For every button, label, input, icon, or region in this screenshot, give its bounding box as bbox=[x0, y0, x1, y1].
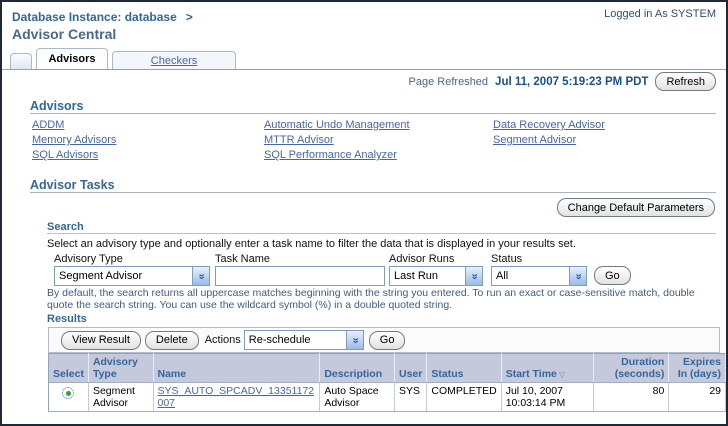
advisor-runs-select[interactable]: Last Run » bbox=[389, 266, 483, 286]
advisory-type-label: Advisory Type bbox=[54, 253, 123, 265]
advisory-type-value: Segment Advisor bbox=[55, 270, 192, 282]
column-header-advisory-type: Advisory Type bbox=[88, 354, 153, 383]
name-cell: SYS_AUTO_SPCADV_13351172007 bbox=[153, 383, 320, 412]
expires-cell: 29 bbox=[669, 383, 726, 412]
advisors-link-column-2: Automatic Undo Management MTTR Advisor S… bbox=[264, 118, 410, 163]
link-data-recovery-advisor[interactable]: Data Recovery Advisor bbox=[493, 118, 605, 133]
advisors-link-column-1: ADDM Memory Advisors SQL Advisors bbox=[32, 118, 116, 163]
link-sql-performance-analyzer[interactable]: SQL Performance Analyzer bbox=[264, 148, 410, 163]
delete-button[interactable]: Delete bbox=[145, 331, 199, 350]
task-name-input[interactable] bbox=[215, 266, 385, 286]
advisors-link-column-3: Data Recovery Advisor Segment Advisor bbox=[493, 118, 605, 148]
page-refreshed-label: Page Refreshed bbox=[409, 76, 489, 88]
description-cell: Auto Space Advisor bbox=[320, 383, 395, 412]
logged-in-as-label: Logged in As SYSTEM bbox=[604, 8, 716, 20]
link-mttr-advisor[interactable]: MTTR Advisor bbox=[264, 133, 410, 148]
link-sql-advisors[interactable]: SQL Advisors bbox=[32, 148, 116, 163]
chevron-down-icon: » bbox=[569, 267, 586, 285]
status-label: Status bbox=[491, 253, 522, 265]
search-instruction: Select an advisory type and optionally e… bbox=[47, 238, 576, 250]
tab-checkers[interactable]: Checkers bbox=[112, 51, 236, 69]
link-automatic-undo-management[interactable]: Automatic Undo Management bbox=[264, 118, 410, 133]
actions-go-button[interactable]: Go bbox=[369, 331, 406, 350]
advisory-type-select[interactable]: Segment Advisor » bbox=[54, 266, 210, 286]
column-header-user: User bbox=[395, 354, 427, 383]
change-default-parameters-button[interactable]: Change Default Parameters bbox=[557, 198, 715, 217]
breadcrumb-arrow-icon: > bbox=[186, 10, 193, 24]
chevron-down-icon: » bbox=[192, 267, 209, 285]
user-cell: SYS bbox=[395, 383, 427, 412]
table-header-row: Select Advisory Type Name Description Us… bbox=[49, 354, 726, 383]
actions-select[interactable]: Re-schedule » bbox=[244, 330, 364, 350]
results-toolbar: View Result Delete Actions Re-schedule »… bbox=[48, 327, 720, 353]
refresh-button[interactable]: Refresh bbox=[655, 72, 716, 91]
start-time-cell: Jul 10, 2007 10:03:14 PM bbox=[501, 383, 593, 412]
advisory-type-cell: Segment Advisor bbox=[88, 383, 153, 412]
status-select[interactable]: All » bbox=[491, 266, 587, 286]
header-row: Database Instance: database > Logged in A… bbox=[12, 8, 716, 26]
advisor-central-page: Database Instance: database > Logged in A… bbox=[0, 0, 728, 426]
duration-cell: 80 bbox=[594, 383, 669, 412]
page-refreshed-timestamp: Jul 11, 2007 5:19:23 PM PDT bbox=[495, 76, 648, 88]
tab-advisors-label: Advisors bbox=[48, 53, 95, 65]
column-header-name: Name bbox=[153, 354, 320, 383]
column-header-start-time[interactable]: Start Time▽ bbox=[501, 354, 593, 383]
row-select-radio[interactable] bbox=[62, 387, 74, 399]
chevron-down-icon: » bbox=[465, 267, 482, 285]
link-memory-advisors[interactable]: Memory Advisors bbox=[32, 133, 116, 148]
results-table: Select Advisory Type Name Description Us… bbox=[48, 353, 726, 412]
search-heading: Search bbox=[47, 221, 84, 233]
advisor-tasks-heading-rule bbox=[30, 192, 716, 193]
tab-advisors[interactable]: Advisors bbox=[36, 48, 108, 69]
task-name-link[interactable]: SYS_AUTO_SPCADV_13351172007 bbox=[158, 385, 315, 409]
column-header-select: Select bbox=[49, 354, 89, 383]
advisors-heading-rule bbox=[30, 113, 716, 114]
task-name-label: Task Name bbox=[215, 253, 270, 265]
tab-checkers-label: Checkers bbox=[151, 55, 197, 67]
status-value: All bbox=[492, 270, 569, 282]
actions-label: Actions bbox=[205, 334, 241, 346]
start-time-header-label: Start Time bbox=[506, 368, 557, 380]
advisor-runs-value: Last Run bbox=[390, 270, 465, 282]
link-addm[interactable]: ADDM bbox=[32, 118, 116, 133]
advisor-tasks-section-heading: Advisor Tasks bbox=[30, 178, 115, 192]
search-go-button[interactable]: Go bbox=[594, 266, 631, 285]
tab-stub-decoration bbox=[10, 53, 32, 69]
actions-value: Re-schedule bbox=[245, 334, 346, 346]
breadcrumb-database-instance-link[interactable]: Database Instance: database bbox=[12, 10, 177, 24]
page-title: Advisor Central bbox=[12, 26, 116, 42]
column-header-expires: Expires In (days) bbox=[669, 354, 726, 383]
advisor-runs-label: Advisor Runs bbox=[389, 253, 454, 265]
select-cell bbox=[49, 383, 89, 412]
column-header-duration: Duration (seconds) bbox=[594, 354, 669, 383]
column-header-status: Status bbox=[427, 354, 501, 383]
search-hint-text: By default, the search returns all upper… bbox=[47, 287, 715, 311]
tab-bar: Advisors Checkers bbox=[2, 48, 726, 70]
radio-selected-dot bbox=[66, 391, 71, 396]
link-segment-advisor[interactable]: Segment Advisor bbox=[493, 133, 605, 148]
breadcrumb: Database Instance: database > bbox=[12, 8, 193, 26]
results-heading: Results bbox=[47, 313, 87, 325]
search-heading-rule bbox=[47, 233, 716, 234]
sort-descending-icon: ▽ bbox=[559, 370, 565, 379]
column-header-description: Description bbox=[320, 354, 395, 383]
view-result-button[interactable]: View Result bbox=[61, 331, 141, 350]
status-cell: COMPLETED bbox=[427, 383, 501, 412]
advisors-section-heading: Advisors bbox=[30, 99, 84, 113]
table-row: Segment Advisor SYS_AUTO_SPCADV_13351172… bbox=[49, 383, 726, 412]
chevron-down-icon: » bbox=[346, 331, 363, 349]
page-refreshed-row: Page Refreshed Jul 11, 2007 5:19:23 PM P… bbox=[409, 72, 716, 91]
